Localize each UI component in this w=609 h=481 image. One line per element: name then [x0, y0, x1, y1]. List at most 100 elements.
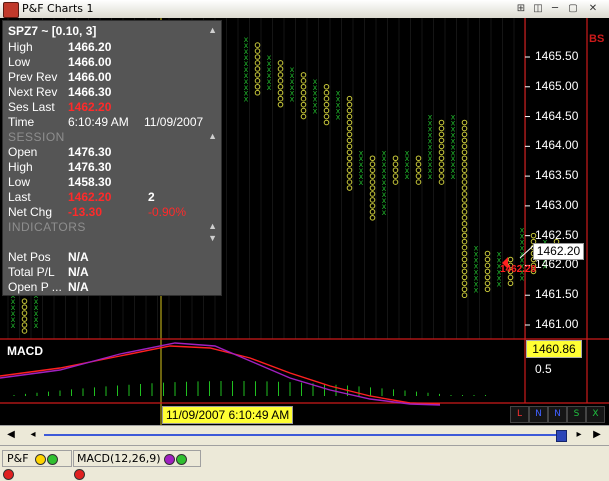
indicator-button-2[interactable]: N: [529, 406, 548, 423]
purple-dot-icon: [164, 453, 176, 465]
info-time: 6:10:49 AM: [68, 115, 129, 129]
crosshair-price-label: 1460.86: [526, 340, 582, 358]
info-label: Open P ...: [8, 280, 62, 294]
scroll-end-icon[interactable]: ▸: [572, 428, 586, 442]
net-change-percent: -0.90%: [148, 205, 187, 219]
restore-icon[interactable]: ◫: [531, 2, 545, 15]
pf-o-mark: [392, 173, 399, 179]
pf-x-mark: x: [359, 148, 364, 157]
pf-o-mark: [461, 250, 468, 257]
pf-o-mark: [346, 137, 353, 144]
pf-o-mark: [21, 322, 28, 328]
pf-o-mark: [369, 167, 376, 173]
pf-o-mark: [461, 191, 468, 197]
pf-o-mark: [346, 101, 353, 108]
quote-info-panel[interactable]: SPZ7 ~ [0.10, 3] ▲ High 1466.20 Low 1466…: [2, 20, 222, 296]
pf-o-mark: [438, 131, 445, 138]
info-value: 1466.00: [68, 55, 112, 69]
pf-o-mark: [323, 113, 330, 120]
minimize-button[interactable]: ─: [548, 2, 562, 15]
pf-o-mark: [461, 203, 468, 209]
pf-x-mark: x: [428, 113, 433, 122]
pf-o-mark: [369, 179, 376, 185]
bs-indicator: BS: [589, 33, 605, 45]
macd-signal-line: [0, 342, 441, 406]
info-row-prev-rev: Prev Rev 1466.00: [8, 70, 218, 85]
pf-o-mark: [369, 161, 376, 167]
pf-o-mark: [369, 197, 376, 203]
red-dot-icon: [74, 468, 85, 480]
pf-o-mark: [300, 113, 307, 120]
collapse-up-icon[interactable]: ▲: [208, 25, 217, 35]
pf-o-mark: [277, 95, 284, 102]
pf-o-mark: [392, 179, 399, 185]
pf-o-mark: [415, 161, 422, 167]
pf-o-mark: [461, 131, 468, 138]
price-tick-label: 1461.00: [535, 317, 579, 331]
pf-o-mark: [461, 232, 468, 239]
pf-o-mark: [484, 268, 491, 275]
app-icon: [3, 2, 19, 18]
pf-x-mark: x: [313, 77, 318, 86]
scroll-track[interactable]: [44, 434, 564, 436]
macd-study-label: MACD(12,26,9): [77, 452, 161, 465]
pf-o-mark: [346, 143, 353, 150]
indicator-button-4[interactable]: S: [567, 406, 586, 423]
info-row-high: High 1466.20: [8, 40, 218, 55]
expand-down-icon[interactable]: ▼: [208, 233, 217, 243]
scroll-start-icon[interactable]: ◂: [26, 428, 40, 442]
pf-o-mark: [369, 173, 376, 179]
scroll-thumb[interactable]: [556, 430, 567, 442]
pf-x-mark: x: [382, 148, 387, 157]
pf-o-mark: [507, 280, 514, 287]
green-dot-icon: [176, 453, 188, 465]
pf-o-mark: [392, 155, 399, 162]
collapse-up-icon[interactable]: ▲: [208, 131, 217, 141]
price-tick-label: 1461.50: [535, 287, 579, 302]
pf-o-mark: [461, 292, 468, 299]
pf-o-mark: [300, 78, 307, 84]
pf-o-mark: [438, 179, 445, 185]
indicator-button-3[interactable]: N: [548, 406, 567, 423]
scroll-left-icon[interactable]: ◀: [4, 428, 18, 442]
info-label: High: [8, 160, 33, 174]
maximize-button[interactable]: ▢: [566, 2, 580, 15]
pf-o-mark: [461, 155, 468, 162]
current-price-box: 1462.20: [533, 243, 584, 260]
info-row-time: Time 6:10:49 AM 11/09/2007: [8, 115, 218, 130]
price-tick-label: 1465.00: [535, 78, 579, 93]
indicator-button-1[interactable]: L: [510, 406, 529, 423]
close-button[interactable]: ✕: [586, 2, 600, 15]
pf-o-mark: [461, 226, 468, 233]
collapse-up-icon[interactable]: ▲: [208, 221, 217, 231]
scroll-right-icon[interactable]: ▶: [590, 428, 604, 442]
pf-o-mark: [507, 274, 514, 281]
pf-study-tab[interactable]: P&F: [2, 450, 72, 480]
info-value: 1466.30: [68, 85, 112, 99]
pf-o-mark: [300, 72, 307, 78]
pf-o-mark: [346, 125, 353, 132]
macd-study-tab[interactable]: MACD(12,26,9): [73, 450, 201, 480]
pf-o-mark: [323, 119, 330, 126]
pf-o-mark: [254, 72, 261, 78]
pf-o-mark: [392, 161, 399, 167]
pf-o-mark: [484, 280, 491, 287]
pf-o-mark: [415, 155, 422, 162]
pf-o-mark: [461, 262, 468, 269]
indicator-button-5[interactable]: X: [586, 406, 605, 423]
price-tick-label: 1463.00: [535, 197, 579, 212]
pf-x-mark: x: [267, 53, 272, 62]
window-menu-icon[interactable]: ⊞: [514, 2, 528, 15]
pf-o-mark: [484, 256, 491, 263]
info-value: 1466.20: [68, 40, 112, 54]
info-label: Low: [8, 175, 31, 189]
info-row-low: Low 1466.00: [8, 55, 218, 70]
price-tick-label: 1464.00: [535, 138, 579, 153]
last-price-label: 1462.20: [500, 264, 537, 275]
pf-o-mark: [346, 119, 353, 126]
pf-o-mark: [461, 173, 468, 179]
pf-o-mark: [415, 179, 422, 185]
pf-x-mark: x: [451, 113, 456, 122]
session-row-high: High 1476.30: [8, 160, 218, 175]
time-scrollbar[interactable]: ◀ ◂ ▸ ▶: [0, 425, 609, 445]
